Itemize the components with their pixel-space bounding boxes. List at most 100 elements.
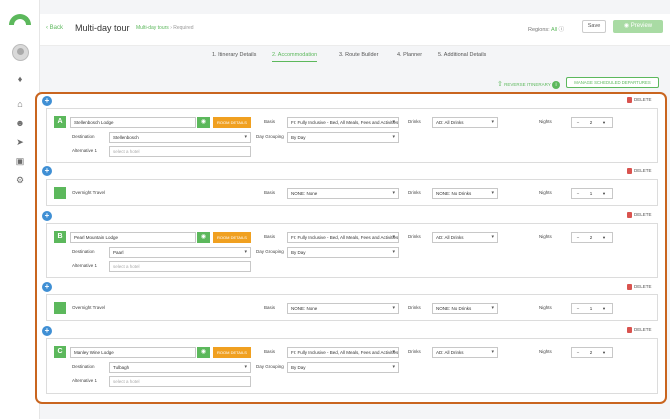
- destination-select[interactable]: Stellenbosch: [109, 132, 251, 143]
- day-grouping-label: Day Grouping: [256, 134, 284, 139]
- home-icon[interactable]: ⌂: [15, 99, 25, 109]
- regions-label: Regions:: [528, 27, 550, 33]
- add-stop-button[interactable]: +: [42, 282, 52, 292]
- nights-value: 2: [589, 235, 593, 240]
- arrow-up-icon: ⇧: [497, 81, 503, 88]
- basis-label: Basis: [264, 305, 276, 310]
- destination-select[interactable]: Tulbagh: [109, 362, 251, 373]
- delete-button[interactable]: DELETE: [627, 97, 652, 103]
- delete-button[interactable]: DELETE: [627, 168, 652, 174]
- basis-select[interactable]: NONE: None: [287, 188, 399, 199]
- alternative-input[interactable]: select a hotel: [109, 376, 251, 387]
- delete-label: DELETE: [634, 212, 652, 218]
- room-details-button[interactable]: ROOM DETAILS: [213, 117, 251, 128]
- tab-itinerary-details[interactable]: 1. Itinerary Details: [212, 52, 256, 58]
- add-stop-button[interactable]: +: [42, 211, 52, 221]
- breadcrumb: Multi-day tours › Required: [136, 25, 194, 31]
- alternative-label: Alternative 1: [72, 148, 98, 153]
- delete-label: DELETE: [634, 327, 652, 333]
- chevron-down-icon[interactable]: ▾: [598, 348, 610, 357]
- page-title: Multi-day tour: [75, 23, 130, 33]
- add-stop-button[interactable]: +: [42, 166, 52, 176]
- eye-icon[interactable]: ◉: [197, 232, 210, 243]
- eye-icon[interactable]: ◉: [197, 347, 210, 358]
- manage-departures-button[interactable]: MANAGE SCHEDULED DEPARTURES: [566, 77, 659, 88]
- delete-button[interactable]: DELETE: [627, 327, 652, 333]
- minus-icon[interactable]: −: [572, 304, 584, 313]
- alternative-input[interactable]: select a hotel: [109, 146, 251, 157]
- drinks-select[interactable]: AD: All Drinks: [432, 232, 498, 243]
- chevron-down-icon[interactable]: ▾: [598, 304, 610, 313]
- image-icon[interactable]: ▣: [15, 156, 25, 166]
- send-icon[interactable]: ➤: [15, 137, 25, 147]
- day-grouping-select[interactable]: By Day: [287, 247, 399, 258]
- delete-button[interactable]: DELETE: [627, 284, 652, 290]
- minus-icon[interactable]: −: [572, 118, 584, 127]
- chevron-down-icon[interactable]: ▾: [598, 118, 610, 127]
- drinks-select[interactable]: NONE: No Drinks: [432, 188, 498, 199]
- regions-selector[interactable]: Regions: All ⓘ: [528, 25, 564, 33]
- nights-stepper[interactable]: −2 ▾: [571, 347, 613, 358]
- users-icon[interactable]: ☻: [15, 118, 25, 128]
- destination-select[interactable]: Paarl: [109, 247, 251, 258]
- drinks-label: Drinks: [408, 349, 421, 354]
- delete-button[interactable]: DELETE: [627, 212, 652, 218]
- room-details-button[interactable]: ROOM DETAILS: [213, 347, 251, 358]
- nights-value: 2: [589, 350, 593, 355]
- lodge-input[interactable]: Pearl Mountain Lodge: [70, 232, 196, 243]
- step-tabs: 1. Itinerary Details 2. Accommodation 3.…: [40, 46, 670, 68]
- tab-planner[interactable]: 4. Planner: [397, 52, 422, 58]
- basis-select[interactable]: FI: Fully Inclusive - Bed, All Meals, Fe…: [287, 347, 399, 358]
- minus-icon[interactable]: −: [572, 348, 584, 357]
- tab-route-builder[interactable]: 3. Route Builder: [339, 52, 378, 58]
- drinks-label: Drinks: [408, 119, 421, 124]
- alternative-input[interactable]: select a hotel: [109, 261, 251, 272]
- preview-label: Preview: [630, 23, 653, 29]
- lodge-input[interactable]: Manley Wine Lodge: [70, 347, 196, 358]
- regions-value: All: [550, 27, 558, 33]
- preview-button[interactable]: ◉ Preview: [613, 20, 663, 33]
- stay-letter: B: [54, 231, 66, 243]
- nights-stepper[interactable]: −2 ▾: [571, 117, 613, 128]
- room-details-button[interactable]: ROOM DETAILS: [213, 232, 251, 243]
- avatar[interactable]: [12, 44, 29, 61]
- bell-icon[interactable]: ♦: [15, 74, 25, 84]
- tab-accommodation[interactable]: 2. Accommodation: [272, 52, 318, 62]
- back-link[interactable]: ‹ Back: [46, 25, 63, 31]
- day-grouping-select[interactable]: By Day: [287, 362, 399, 373]
- drinks-select[interactable]: NONE: No Drinks: [432, 303, 498, 314]
- gear-icon[interactable]: ⚙: [15, 175, 25, 185]
- basis-select[interactable]: FI: Fully Inclusive - Bed, All Meals, Fe…: [287, 232, 399, 243]
- day-grouping-label: Day Grouping: [256, 364, 284, 369]
- minus-icon[interactable]: −: [572, 233, 584, 242]
- breadcrumb-link[interactable]: Multi-day tours: [136, 25, 169, 31]
- minus-icon[interactable]: −: [572, 189, 584, 198]
- nights-value: 2: [589, 120, 593, 125]
- overnight-marker: [54, 187, 66, 199]
- drinks-select[interactable]: AD: All Drinks: [432, 347, 498, 358]
- nights-stepper[interactable]: −2 ▾: [571, 232, 613, 243]
- required-label: Required: [173, 25, 194, 31]
- day-grouping-select[interactable]: By Day: [287, 132, 399, 143]
- basis-select[interactable]: NONE: None: [287, 303, 399, 314]
- basis-select[interactable]: FI: Fully Inclusive - Bed, All Meals, Fe…: [287, 117, 399, 128]
- nights-value: 1: [589, 306, 593, 311]
- trash-icon: [627, 97, 632, 103]
- chevron-down-icon[interactable]: ▾: [598, 233, 610, 242]
- chevron-down-icon[interactable]: ▾: [598, 189, 610, 198]
- stay-letter: C: [54, 346, 66, 358]
- lodge-input[interactable]: Stellenbosch Lodge: [70, 117, 196, 128]
- nights-value: 1: [589, 191, 593, 196]
- eye-icon[interactable]: ◉: [197, 117, 210, 128]
- nights-label: Nights: [539, 190, 552, 195]
- tab-additional-details[interactable]: 5. Additional Details: [438, 52, 486, 58]
- nights-stepper[interactable]: −1 ▾: [571, 188, 613, 199]
- add-stop-button[interactable]: +: [42, 326, 52, 336]
- reverse-itinerary-link[interactable]: ⇧ REVERSE ITINERARY i: [497, 80, 561, 89]
- drinks-select[interactable]: AD: All Drinks: [432, 117, 498, 128]
- save-button[interactable]: Save: [582, 20, 606, 33]
- nights-label: Nights: [539, 349, 552, 354]
- nights-stepper[interactable]: −1 ▾: [571, 303, 613, 314]
- add-stop-button[interactable]: +: [42, 96, 52, 106]
- trash-icon: [627, 327, 632, 333]
